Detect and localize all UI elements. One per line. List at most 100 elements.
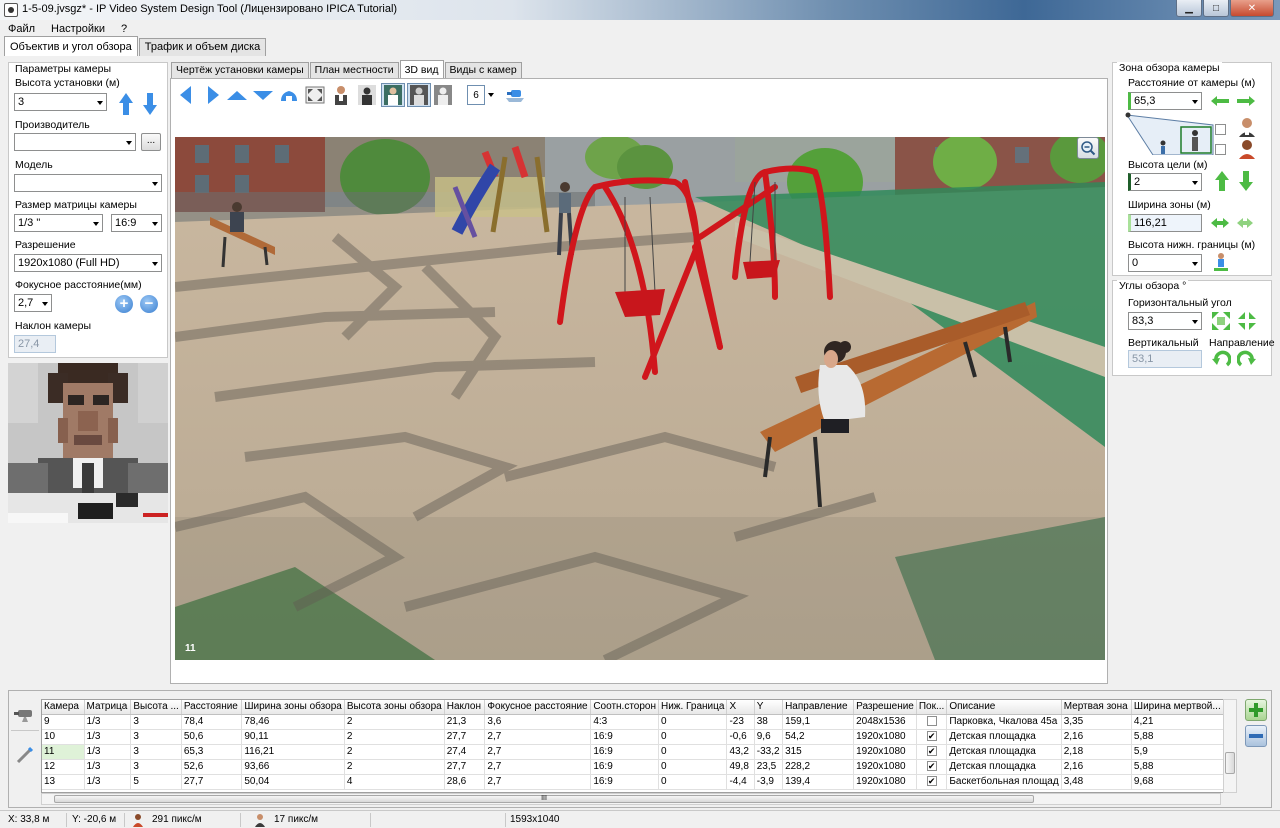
tilt-down-icon[interactable]	[253, 85, 273, 105]
show-checkbox[interactable]: ✔	[926, 746, 937, 757]
width-arrows-icon[interactable]	[1211, 218, 1255, 228]
camera-table[interactable]: Камера Матрица Высота ... Расстояние Ширина …	[41, 699, 1237, 793]
camera-list-area: Камера Матрица Высота ... Расстояние Ширина …	[8, 690, 1272, 808]
target-height-combo[interactable]: 2	[1128, 173, 1202, 191]
focal-minus-icon[interactable]: −	[140, 295, 158, 313]
tab-camera-views[interactable]: Виды с камер	[444, 62, 522, 78]
column-header[interactable]: Ниж. Граница	[658, 700, 728, 715]
minimize-button[interactable]: ▁	[1176, 0, 1202, 17]
close-button[interactable]: ✕	[1230, 0, 1274, 17]
tab-installation-drawing[interactable]: Чертёж установки камеры	[171, 62, 309, 78]
column-header[interactable]: Высота зоны обзора	[344, 700, 445, 715]
view-toolbar: 6	[171, 79, 1107, 113]
model-combo[interactable]	[14, 174, 162, 192]
person-silhouette-icon[interactable]	[357, 85, 377, 105]
rotate-left-icon[interactable]	[175, 85, 195, 105]
column-header[interactable]: Y	[754, 700, 784, 715]
zone-width-field[interactable]: 116,21	[1128, 214, 1202, 232]
browse-button[interactable]: ...	[141, 133, 161, 151]
zoom-out-icon[interactable]	[1077, 137, 1099, 159]
show-checkbox[interactable]: ✔	[926, 761, 937, 772]
distance-combo[interactable]: 65,3	[1128, 92, 1202, 110]
camera-list-icon[interactable]	[11, 699, 39, 731]
focal-combo[interactable]: 2,7	[14, 294, 52, 312]
person-view-icon[interactable]	[331, 85, 351, 105]
manufacturer-combo[interactable]	[14, 133, 136, 151]
add-camera-button[interactable]	[1245, 699, 1267, 721]
resolution-combo[interactable]: 1920x1080 (Full HD)	[14, 254, 162, 272]
show-person-checkbox-1[interactable]	[1215, 124, 1226, 135]
height-up-arrow-icon[interactable]	[119, 93, 133, 115]
table-row[interactable]: 10 1/3 3 50,6 90,11 2 27,7 2,7 16:9 0 -0,6 9,6 54,2 1…	[42, 729, 1236, 745]
column-header[interactable]: Разрешение	[853, 700, 917, 715]
edit-tool-icon[interactable]	[11, 739, 39, 771]
expand-angle-icon[interactable]	[1211, 311, 1231, 331]
collapse-angle-icon[interactable]	[1237, 311, 1257, 331]
column-header[interactable]: X	[726, 700, 755, 715]
column-header[interactable]: Направление	[782, 700, 855, 715]
show-checkbox[interactable]	[926, 716, 937, 727]
height-combo[interactable]: 3	[14, 93, 107, 111]
table-cell: ✔	[916, 759, 948, 775]
height-down-arrow-icon[interactable]	[143, 93, 157, 115]
aspect-combo[interactable]: 16:9	[111, 214, 162, 232]
person-dark-icon[interactable]	[407, 83, 431, 107]
horizontal-scroll-thumb[interactable]: III	[54, 795, 1034, 803]
tilt-field[interactable]: 27,4	[14, 335, 56, 353]
table-cell: 139,4	[782, 774, 855, 790]
column-header[interactable]: Пок...	[916, 700, 948, 715]
column-header[interactable]: Мертвая зона	[1061, 700, 1132, 715]
menu-file[interactable]: Файл	[0, 23, 43, 35]
tab-lens-angle[interactable]: Объектив и угол обзора	[4, 36, 138, 56]
table-cell: 3	[130, 759, 182, 775]
column-header[interactable]: Описание	[946, 700, 1062, 715]
target-up-arrow-icon[interactable]	[1215, 171, 1229, 191]
camera-view-icon[interactable]	[503, 85, 527, 105]
column-header[interactable]: Наклон	[444, 700, 486, 715]
show-checkbox[interactable]: ✔	[926, 731, 937, 742]
table-row[interactable]: 9 1/3 3 78,4 78,46 2 21,3 3,6 4:3 0 -23 38 159,1 2048…	[42, 714, 1236, 730]
column-header[interactable]: Высота ...	[130, 700, 182, 715]
person-frame-icon[interactable]	[381, 83, 405, 107]
count-dropdown-icon[interactable]	[487, 85, 495, 105]
column-header[interactable]: Камера	[42, 700, 85, 715]
horizontal-angle-combo[interactable]: 83,3	[1128, 312, 1202, 330]
sensor-combo[interactable]: 1/3 "	[14, 214, 103, 232]
table-row[interactable]: 13 1/3 5 27,7 50,04 4 28,6 2,7 16:9 0 -4,4 -3,9 139,…	[42, 774, 1236, 790]
table-cell: 2,16	[1061, 729, 1132, 745]
menu-help[interactable]: ?	[113, 23, 135, 35]
rotate-right-icon[interactable]	[203, 85, 223, 105]
distance-arrows-icon[interactable]	[1211, 96, 1255, 106]
column-header[interactable]: Соотн.сторон	[590, 700, 659, 715]
column-header[interactable]: Фокусное расстояние	[484, 700, 592, 715]
focal-plus-icon[interactable]: +	[115, 295, 133, 313]
column-header[interactable]: Ширина мертвой...	[1131, 700, 1224, 715]
table-horizontal-scrollbar[interactable]: III	[41, 793, 1221, 805]
lower-bound-combo[interactable]: 0	[1128, 254, 1202, 272]
menu-settings[interactable]: Настройки	[43, 23, 113, 35]
rotate-ccw-icon[interactable]	[1211, 349, 1231, 369]
target-down-arrow-icon[interactable]	[1239, 171, 1253, 191]
3d-scene-viewport[interactable]: 11	[175, 137, 1105, 660]
maximize-button[interactable]: □	[1203, 0, 1229, 17]
rotate-cw-icon[interactable]	[1237, 349, 1257, 369]
remove-camera-button[interactable]	[1245, 725, 1267, 747]
show-checkbox[interactable]: ✔	[926, 776, 937, 787]
vertical-scroll-thumb[interactable]	[1225, 752, 1235, 774]
vertical-angle-field[interactable]: 53,1	[1128, 350, 1202, 368]
person-gray-icon[interactable]	[433, 85, 453, 105]
tab-3d-view[interactable]: 3D вид	[399, 60, 444, 78]
column-header[interactable]: Расстояние	[181, 700, 243, 715]
show-person-checkbox-2[interactable]	[1215, 144, 1226, 155]
count-field[interactable]: 6	[467, 85, 485, 105]
table-vertical-scrollbar[interactable]	[1223, 699, 1237, 793]
table-row[interactable]: 12 1/3 3 52,6 93,66 2 27,7 2,7 16:9 0 49,8 23,5 228,…	[42, 759, 1236, 775]
column-header[interactable]: Ширина зоны обзора	[241, 700, 345, 715]
tab-traffic-disk[interactable]: Трафик и объем диска	[138, 38, 267, 56]
fit-view-icon[interactable]	[305, 85, 325, 105]
tilt-up-icon[interactable]	[227, 85, 247, 105]
tab-area-plan[interactable]: План местности	[309, 62, 399, 78]
home-view-icon[interactable]	[279, 85, 299, 105]
column-header[interactable]: Матрица	[84, 700, 132, 715]
table-row[interactable]: 11 1/3 3 65,3 116,21 2 27,4 2,7 16:9 0 43,2 -33,2 31…	[42, 744, 1236, 760]
